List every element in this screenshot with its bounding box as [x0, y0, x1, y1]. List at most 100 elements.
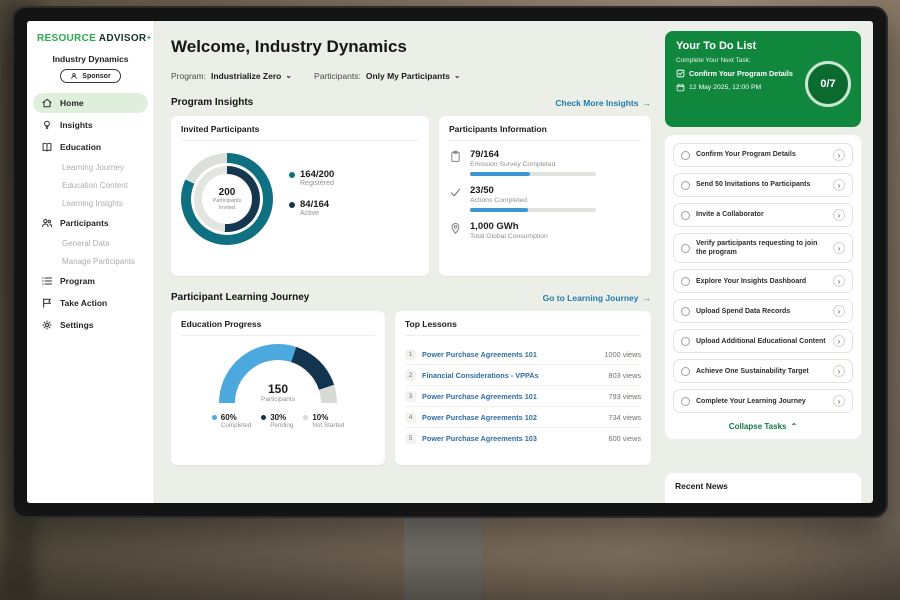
chevron-right-icon[interactable]: › — [833, 149, 845, 161]
lesson-row: 2 Financial Considerations - VPPAs 803 v… — [405, 365, 641, 386]
org-name: Industry Dynamics — [27, 54, 154, 64]
legend-label: Pending — [270, 422, 293, 429]
learning-journey-header: Participant Learning Journey Go to Learn… — [171, 292, 651, 303]
lesson-row: 5 Power Purchase Agreements 103 600 view… — [405, 428, 641, 448]
legend-registered: 164/200 Registered — [289, 169, 334, 187]
sidebar-item-take-action[interactable]: Take Action — [33, 293, 148, 313]
lesson-link[interactable]: Financial Considerations - VPPAs — [422, 371, 603, 380]
link-label: Check More Insights — [555, 98, 638, 108]
task-checkbox[interactable] — [681, 367, 690, 376]
lesson-views: 1000 views — [604, 350, 641, 359]
task-row-complete-learning-journey[interactable]: Complete Your Learning Journey › — [673, 389, 853, 413]
todo-title: Your To Do List — [676, 40, 850, 52]
collapse-tasks-button[interactable]: Collapse Tasks ⌃ — [673, 419, 853, 437]
dashboard-screen: RESOURCE ADVISOR+ Industry Dynamics Spon… — [27, 21, 873, 503]
task-checkbox[interactable] — [681, 181, 690, 190]
donut-center-value: 200 — [219, 187, 236, 198]
sidebar-item-home[interactable]: Home — [33, 93, 148, 113]
task-checkbox[interactable] — [681, 307, 690, 316]
sidebar-item-general-data[interactable]: General Data — [33, 235, 148, 252]
task-row-upload-spend-data[interactable]: Upload Spend Data Records › — [673, 299, 853, 323]
sidebar-item-settings[interactable]: Settings — [33, 315, 148, 335]
lesson-link[interactable]: Power Purchase Agreements 103 — [422, 434, 603, 443]
invited-donut-chart: 200 Participants Invited — [181, 153, 273, 245]
gauge-center-value: 150 — [219, 382, 337, 396]
task-row-explore-insights[interactable]: Explore Your Insights Dashboard › — [673, 269, 853, 293]
chevron-right-icon[interactable]: › — [833, 209, 845, 221]
gear-icon — [41, 319, 53, 331]
task-row-achieve-sustainability-target[interactable]: Achieve One Sustainability Target › — [673, 359, 853, 383]
sponsor-badge: Sponsor — [60, 69, 120, 83]
lesson-rank: 4 — [405, 412, 416, 423]
task-checkbox[interactable] — [681, 244, 690, 253]
progress-bar — [470, 208, 596, 212]
sidebar-item-learning-insights[interactable]: Learning Insights — [33, 195, 148, 212]
collapse-tasks-label: Collapse Tasks — [729, 422, 787, 431]
task-label: Send 50 Invitations to Participants — [696, 180, 827, 189]
chevron-right-icon[interactable]: › — [833, 275, 845, 287]
legend-label: Not Started — [312, 422, 344, 429]
recent-news-card[interactable]: Recent News — [665, 473, 861, 503]
sidebar-item-participants[interactable]: Participants — [33, 213, 148, 233]
task-checkbox[interactable] — [681, 337, 690, 346]
chevron-up-icon: ⌃ — [790, 422, 797, 431]
lesson-link[interactable]: Power Purchase Agreements 102 — [422, 413, 603, 422]
program-dropdown[interactable]: Industrialize Zero ⌄ — [211, 71, 292, 81]
todo-panel: Your To Do List Complete Your Next Task:… — [663, 21, 873, 503]
lesson-rank: 3 — [405, 391, 416, 402]
arrow-right-icon: → — [643, 293, 652, 303]
task-row-send-invitations[interactable]: Send 50 Invitations to Participants › — [673, 173, 853, 197]
task-row-invite-collaborator[interactable]: Invite a Collaborator › — [673, 203, 853, 227]
card-title: Invited Participants — [181, 124, 419, 141]
sidebar-item-program[interactable]: Program — [33, 271, 148, 291]
sidebar-item-education[interactable]: Education — [33, 137, 148, 157]
stat-label: Emission Survey Completed — [470, 161, 596, 168]
logo-plus: + — [146, 33, 151, 42]
sidebar-item-education-content[interactable]: Education Content — [33, 177, 148, 194]
sidebar-item-insights[interactable]: Insights — [33, 115, 148, 135]
task-checkbox[interactable] — [681, 397, 690, 406]
lesson-row: 3 Power Purchase Agreements 101 793 view… — [405, 386, 641, 407]
section-title: Participant Learning Journey — [171, 292, 309, 303]
chevron-down-icon: ⌄ — [454, 72, 461, 80]
lesson-link[interactable]: Power Purchase Agreements 101 — [422, 350, 598, 359]
chevron-right-icon[interactable]: › — [833, 395, 845, 407]
task-checkbox[interactable] — [681, 211, 690, 220]
app-logo: RESOURCE ADVISOR+ — [27, 29, 154, 50]
link-label: Go to Learning Journey — [543, 293, 639, 303]
invited-participants-card: Invited Participants 200 Participants In… — [171, 116, 429, 276]
legend-value: 164/200 — [300, 169, 334, 180]
lesson-link[interactable]: Power Purchase Agreements 101 — [422, 392, 603, 401]
stat-value: 1,000 GWh — [470, 221, 548, 232]
lesson-rank: 1 — [405, 349, 416, 360]
go-to-learning-journey-link[interactable]: Go to Learning Journey → — [543, 293, 651, 303]
program-dropdown-value: Industrialize Zero — [211, 71, 281, 81]
task-checkbox[interactable] — [681, 151, 690, 160]
task-row-confirm-program[interactable]: Confirm Your Program Details › — [673, 143, 853, 167]
progress-bar-fill — [470, 172, 530, 176]
participants-dropdown[interactable]: Only My Participants ⌄ — [366, 71, 461, 81]
chevron-right-icon[interactable]: › — [833, 179, 845, 191]
logo-advisor: ADVISOR — [99, 33, 147, 44]
sidebar-item-learning-journey[interactable]: Learning Journey — [33, 159, 148, 176]
chevron-right-icon[interactable]: › — [833, 242, 845, 254]
insights-cards-row: Invited Participants 200 Participants In… — [171, 116, 651, 276]
check-more-insights-link[interactable]: Check More Insights → — [555, 98, 651, 108]
lesson-row: 4 Power Purchase Agreements 102 734 view… — [405, 407, 641, 428]
todo-next-task-label: Confirm Your Program Details — [689, 69, 793, 78]
task-row-verify-participants[interactable]: Verify participants requesting to join t… — [673, 233, 853, 263]
task-checkbox[interactable] — [681, 277, 690, 286]
filter-bar: Program: Industrialize Zero ⌄ Participan… — [171, 71, 651, 81]
task-label: Explore Your Insights Dashboard — [696, 277, 827, 286]
chevron-right-icon[interactable]: › — [833, 305, 845, 317]
people-icon — [41, 217, 53, 229]
participants-dropdown-value: Only My Participants — [366, 71, 450, 81]
task-row-upload-educational-content[interactable]: Upload Additional Educational Content › — [673, 329, 853, 353]
sidebar-item-manage-participants[interactable]: Manage Participants — [33, 253, 148, 270]
legend-label: Completed — [221, 422, 251, 429]
chevron-right-icon[interactable]: › — [833, 365, 845, 377]
legend-value: 84/164 — [300, 199, 329, 210]
clipboard-icon — [449, 150, 462, 163]
chevron-right-icon[interactable]: › — [833, 335, 845, 347]
sidebar-item-label: Manage Participants — [62, 257, 135, 266]
